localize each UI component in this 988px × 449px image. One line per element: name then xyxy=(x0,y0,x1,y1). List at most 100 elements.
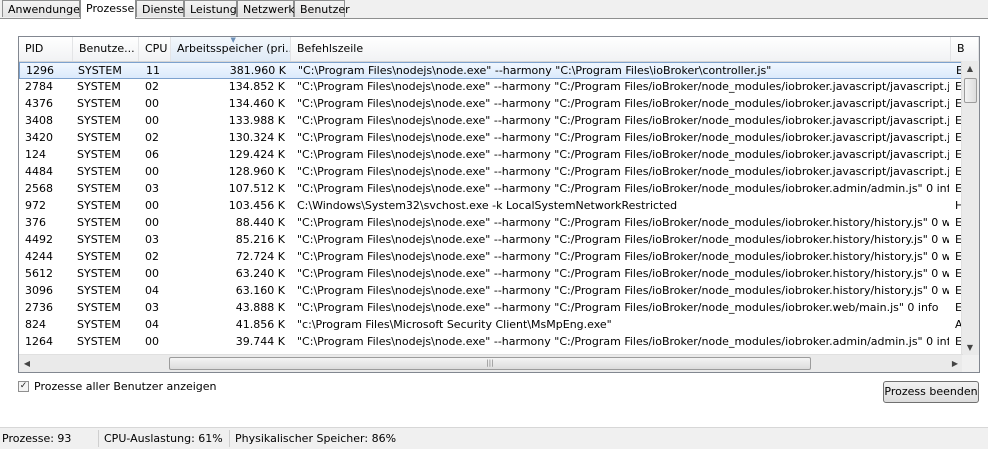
process-list[interactable]: PID Benutze... CPU ▼ Arbeitsspeicher (pr… xyxy=(18,36,980,373)
cell-memory: 63.240 K xyxy=(235,267,285,280)
cell-pid: 1264 xyxy=(25,335,53,348)
table-row[interactable]: 4492 SYSTEM 03 85.216 K "C:\Program Files\no… xyxy=(19,232,963,249)
column-header-cpu[interactable]: CPU xyxy=(139,37,171,61)
column-header-user[interactable]: Benutze... xyxy=(73,37,139,61)
cell-pid: 4376 xyxy=(25,97,53,110)
cell-user: SYSTEM xyxy=(77,114,121,127)
vertical-scrollbar[interactable]: ▲ ▼ xyxy=(961,61,979,356)
processes-panel: PID Benutze... CPU ▼ Arbeitsspeicher (pr… xyxy=(0,19,988,417)
table-row[interactable]: 124 SYSTEM 06 129.424 K "C:\Program Files\no… xyxy=(19,147,963,164)
cell-memory: 88.440 K xyxy=(235,216,285,229)
cell-pid: 4244 xyxy=(25,250,53,263)
cell-command-line: "C:\Program Files\nodejs\node.exe" --har… xyxy=(297,80,949,93)
cell-cpu: 00 xyxy=(145,199,159,212)
status-cpu: CPU-Auslastung: 61% xyxy=(104,432,223,445)
cell-pid: 3096 xyxy=(25,284,53,297)
horizontal-scroll-thumb[interactable]: ||| xyxy=(169,357,811,370)
cell-memory: 128.960 K xyxy=(228,165,285,178)
table-row[interactable]: 2784 SYSTEM 02 134.852 K "C:\Program Files\n… xyxy=(19,79,963,96)
table-row[interactable]: 972 SYSTEM 00 103.456 K C:\Windows\System32\… xyxy=(19,198,963,215)
table-row[interactable]: 1264 SYSTEM 00 39.744 K "C:\Program Files\no… xyxy=(19,334,963,351)
tab-prozesse[interactable]: Prozesse xyxy=(80,0,136,19)
cell-user: SYSTEM xyxy=(77,199,121,212)
cell-pid: 2568 xyxy=(25,182,53,195)
column-header-memory[interactable]: ▼ Arbeitsspeicher (pri... xyxy=(171,37,291,61)
cell-cpu: 03 xyxy=(145,182,159,195)
cell-cpu: 00 xyxy=(145,165,159,178)
tab-netzwerk[interactable]: Netzwerk xyxy=(237,0,295,17)
cell-memory: 381.960 K xyxy=(229,64,286,77)
table-row[interactable]: 2736 SYSTEM 03 43.888 K "C:\Program Files\no… xyxy=(19,300,963,317)
status-memory: Physikalischer Speicher: 86% xyxy=(235,432,397,445)
cell-command-line: "C:\Program Files\nodejs\node.exe" --har… xyxy=(297,182,949,195)
cell-memory: 130.324 K xyxy=(228,131,285,144)
cell-pid: 4492 xyxy=(25,233,53,246)
end-process-button[interactable]: Prozess beenden xyxy=(883,381,979,403)
cell-cpu: 11 xyxy=(146,64,160,77)
table-row[interactable]: 824 SYSTEM 04 41.856 K "c:\Program Files\Mic… xyxy=(19,317,963,334)
cell-cpu: 00 xyxy=(145,335,159,348)
cell-user: SYSTEM xyxy=(77,284,121,297)
status-separator xyxy=(229,430,230,447)
cell-user: SYSTEM xyxy=(77,97,121,110)
table-row[interactable]: 5612 SYSTEM 00 63.240 K "C:\Program Files\no… xyxy=(19,266,963,283)
cell-user: SYSTEM xyxy=(77,80,121,93)
cell-memory: 63.160 K xyxy=(235,284,285,297)
cell-user: SYSTEM xyxy=(77,148,121,161)
cell-pid: 4484 xyxy=(25,165,53,178)
table-row[interactable]: 4484 SYSTEM 00 128.960 K "C:\Program Files\n… xyxy=(19,164,963,181)
status-separator xyxy=(98,430,99,447)
cell-pid: 5612 xyxy=(25,267,53,280)
scroll-down-icon[interactable]: ▼ xyxy=(962,340,978,356)
table-row[interactable]: 3420 SYSTEM 02 130.324 K "C:\Program Files\n… xyxy=(19,130,963,147)
cell-user: SYSTEM xyxy=(78,64,122,77)
table-row[interactable]: 3408 SYSTEM 00 133.988 K "C:\Program Files\n… xyxy=(19,113,963,130)
cell-memory: 85.216 K xyxy=(235,233,285,246)
cell-pid: 2784 xyxy=(25,80,53,93)
table-row[interactable]: 376 SYSTEM 00 88.440 K "C:\Program Files\nod… xyxy=(19,215,963,232)
checkmark-icon[interactable]: ✓ xyxy=(18,381,29,392)
column-header-pid[interactable]: PID xyxy=(19,37,73,61)
tab-dienste[interactable]: Dienste xyxy=(136,0,184,17)
cell-user: SYSTEM xyxy=(77,216,121,229)
scroll-left-icon[interactable]: ◀ xyxy=(19,355,35,372)
column-header-extra[interactable]: B xyxy=(951,37,979,61)
cell-memory: 41.856 K xyxy=(235,318,285,331)
table-row[interactable]: 2568 SYSTEM 03 107.512 K "C:\Program Files\n… xyxy=(19,181,963,198)
cell-memory: 43.888 K xyxy=(235,301,285,314)
cell-cpu: 00 xyxy=(145,114,159,127)
table-row[interactable]: 1296 SYSTEM 11 381.960 K "C:\Program Files\n… xyxy=(19,62,963,79)
cell-pid: 124 xyxy=(25,148,46,161)
scroll-up-icon[interactable]: ▲ xyxy=(962,61,978,77)
scrollbar-corner xyxy=(962,355,979,372)
cell-cpu: 00 xyxy=(145,216,159,229)
cell-cpu: 02 xyxy=(145,131,159,144)
cell-user: SYSTEM xyxy=(77,318,121,331)
table-row[interactable]: 3096 SYSTEM 04 63.160 K "C:\Program Files\no… xyxy=(19,283,963,300)
tab-strip: Anwendungen Prozesse Dienste Leistung Ne… xyxy=(0,0,988,19)
vertical-scroll-thumb[interactable] xyxy=(964,78,977,103)
tab-anwendungen[interactable]: Anwendungen xyxy=(2,0,87,17)
cell-command-line: "C:\Program Files\nodejs\node.exe" --har… xyxy=(297,267,949,280)
cell-command-line: "C:\Program Files\nodejs\node.exe" --har… xyxy=(297,114,949,127)
table-row[interactable]: 4376 SYSTEM 00 134.460 K "C:\Program Files\n… xyxy=(19,96,963,113)
cell-command-line: "C:\Program Files\nodejs\node.exe" --har… xyxy=(297,131,949,144)
horizontal-scrollbar[interactable]: ◀ ||| ▶ xyxy=(19,354,963,372)
cell-cpu: 00 xyxy=(145,97,159,110)
cell-command-line: "C:\Program Files\nodejs\node.exe" --har… xyxy=(297,216,949,229)
cell-memory: 107.512 K xyxy=(228,182,285,195)
scroll-right-icon[interactable]: ▶ xyxy=(947,355,963,372)
table-row[interactable]: 4244 SYSTEM 02 72.724 K "C:\Program Files\no… xyxy=(19,249,963,266)
column-header: PID Benutze... CPU ▼ Arbeitsspeicher (pr… xyxy=(19,37,979,62)
cell-user: SYSTEM xyxy=(77,131,121,144)
tab-leistung[interactable]: Leistung xyxy=(184,0,237,17)
cell-cpu: 06 xyxy=(145,148,159,161)
cell-command-line: "C:\Program Files\nodejs\node.exe" --har… xyxy=(297,301,939,314)
column-header-command-line[interactable]: Befehlszeile xyxy=(291,37,951,61)
cell-command-line: "C:\Program Files\nodejs\node.exe" --har… xyxy=(297,97,949,110)
show-all-users-label: Prozesse aller Benutzer anzeigen xyxy=(34,380,217,393)
tab-benutzer[interactable]: Benutzer xyxy=(294,0,350,17)
cell-user: SYSTEM xyxy=(77,165,121,178)
cell-user: SYSTEM xyxy=(77,301,121,314)
cell-user: SYSTEM xyxy=(77,182,121,195)
